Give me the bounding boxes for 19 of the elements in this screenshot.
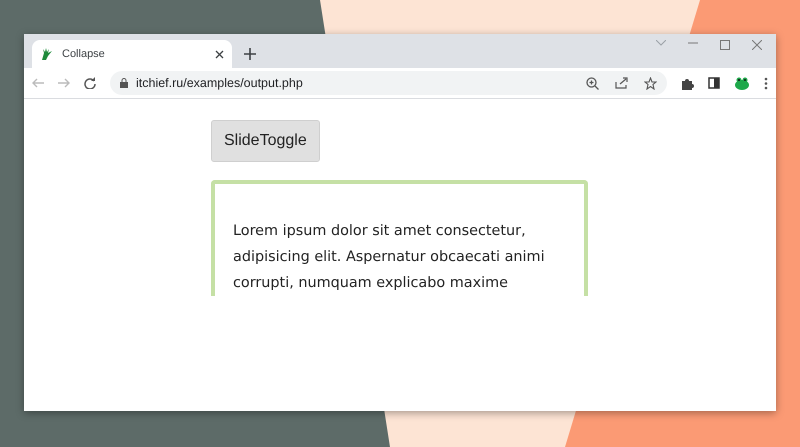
menu-icon[interactable] <box>764 76 768 90</box>
address-bar[interactable]: itchief.ru/examples/output.php <box>110 71 667 95</box>
star-icon[interactable] <box>644 76 657 90</box>
panel-paragraph: Lorem ipsum dolor sit amet consectetur, adipisicing elit. Aspernatur obcaecati animi corrupti, numquam explicabo maxime <box>233 222 546 293</box>
side-panel-icon[interactable] <box>708 77 720 89</box>
minimize-icon[interactable] <box>688 40 698 46</box>
hand-icon <box>40 47 54 61</box>
tab-title: Collapse <box>62 46 105 62</box>
zoom-icon[interactable] <box>586 76 599 90</box>
new-tab-icon[interactable] <box>244 48 256 60</box>
puzzle-icon[interactable] <box>681 76 694 90</box>
frog-icon[interactable] <box>734 76 750 90</box>
browser-tab[interactable]: Collapse <box>32 40 232 68</box>
share-icon[interactable] <box>615 77 628 89</box>
maximize-icon[interactable] <box>720 40 730 50</box>
close-icon[interactable] <box>215 50 224 58</box>
slide-toggle-button[interactable]: SlideToggle <box>211 120 320 162</box>
lock-icon <box>120 78 128 88</box>
reload-icon[interactable] <box>84 77 96 89</box>
